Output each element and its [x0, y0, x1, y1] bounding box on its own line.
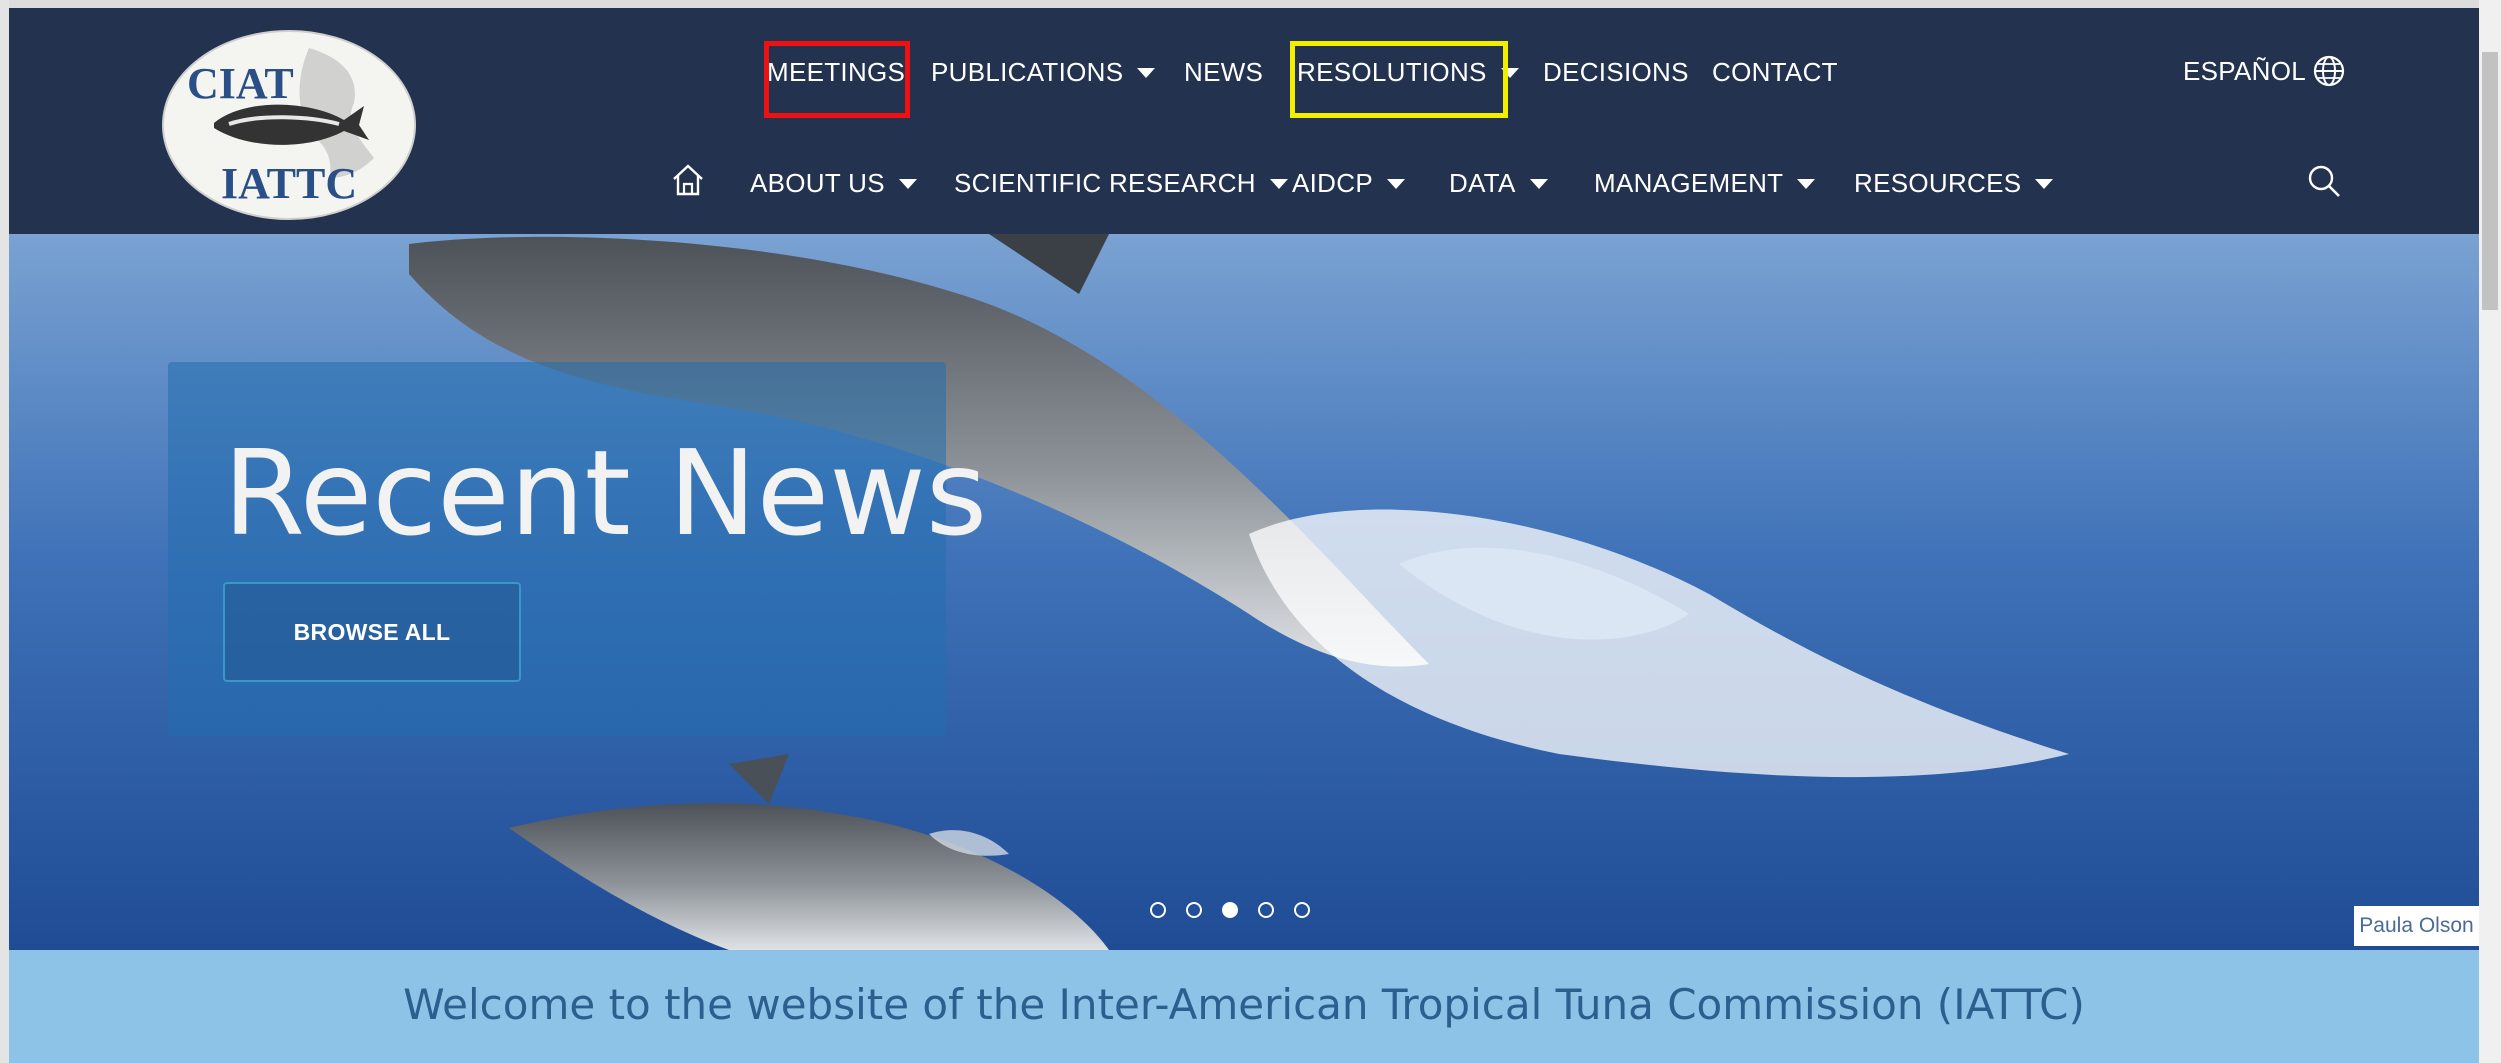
welcome-text: Welcome to the website of the Inter-Amer…: [403, 980, 2085, 1029]
iattc-logo[interactable]: CIAT IATTC: [159, 28, 419, 223]
carousel-dot-5[interactable]: [1294, 902, 1310, 918]
globe-icon: [2313, 55, 2345, 87]
chevron-down-icon: [1529, 178, 1548, 189]
hero-carousel: Recent News BROWSE ALL Paula Olson: [9, 234, 2479, 950]
chevron-down-icon: [2035, 178, 2054, 189]
nav-scientific-research[interactable]: SCIENTIFIC RESEARCH: [954, 168, 1288, 199]
chevron-down-icon: [898, 178, 917, 189]
carousel-indicators: [1150, 902, 1310, 918]
nav-news-label: NEWS: [1184, 57, 1264, 87]
logo-text-top: CIAT: [187, 59, 294, 108]
resolutions-highlight-box: [1290, 41, 1508, 118]
carousel-dot-3[interactable]: [1222, 902, 1238, 918]
chevron-down-icon: [1797, 178, 1816, 189]
chevron-down-icon: [1137, 67, 1156, 78]
meetings-highlight-box: [764, 41, 910, 118]
site-header: CIAT IATTC MEETINGS PUBLICATIONS NEWS RE…: [9, 8, 2479, 234]
carousel-dot-4[interactable]: [1258, 902, 1274, 918]
search-icon[interactable]: [2306, 163, 2342, 199]
logo-text-bottom: IATTC: [221, 159, 357, 208]
carousel-dot-1[interactable]: [1150, 902, 1166, 918]
recent-news-title: Recent News: [223, 424, 988, 562]
nav-publications[interactable]: PUBLICATIONS: [931, 57, 1156, 88]
home-icon[interactable]: [670, 162, 706, 198]
nav-resources[interactable]: RESOURCES: [1854, 168, 2054, 199]
welcome-banner: Welcome to the website of the Inter-Amer…: [9, 950, 2479, 1063]
nav-resources-label: RESOURCES: [1854, 168, 2022, 198]
nav-aidcp[interactable]: AIDCP: [1292, 168, 1405, 199]
nav-contact[interactable]: CONTACT: [1712, 57, 1838, 88]
browse-all-button[interactable]: BROWSE ALL: [223, 582, 521, 682]
carousel-dot-2[interactable]: [1186, 902, 1202, 918]
language-label: ESPAÑOL: [2183, 55, 2306, 86]
nav-publications-label: PUBLICATIONS: [931, 57, 1124, 87]
chevron-down-icon: [1386, 178, 1405, 189]
nav-news[interactable]: NEWS: [1184, 57, 1263, 88]
browser-frame-top: [0, 0, 2501, 8]
page-scrollbar[interactable]: [2479, 0, 2501, 1063]
nav-scientific-research-label: SCIENTIFIC RESEARCH: [954, 168, 1256, 198]
nav-about-us[interactable]: ABOUT US: [750, 168, 917, 199]
language-switch[interactable]: ESPAÑOL: [2183, 54, 2346, 88]
browser-frame-left: [0, 0, 9, 1063]
nav-about-us-label: ABOUT US: [750, 168, 885, 198]
nav-contact-label: CONTACT: [1712, 57, 1838, 87]
nav-data[interactable]: DATA: [1449, 168, 1548, 199]
scrollbar-thumb[interactable]: [2482, 52, 2498, 310]
photo-credit: Paula Olson: [2354, 906, 2479, 946]
nav-data-label: DATA: [1449, 168, 1516, 198]
nav-management[interactable]: MANAGEMENT: [1594, 168, 1816, 199]
nav-aidcp-label: AIDCP: [1292, 168, 1373, 198]
chevron-down-icon: [1269, 178, 1288, 189]
nav-decisions-label: DECISIONS: [1543, 57, 1689, 87]
nav-decisions[interactable]: DECISIONS: [1543, 57, 1689, 88]
nav-management-label: MANAGEMENT: [1594, 168, 1784, 198]
